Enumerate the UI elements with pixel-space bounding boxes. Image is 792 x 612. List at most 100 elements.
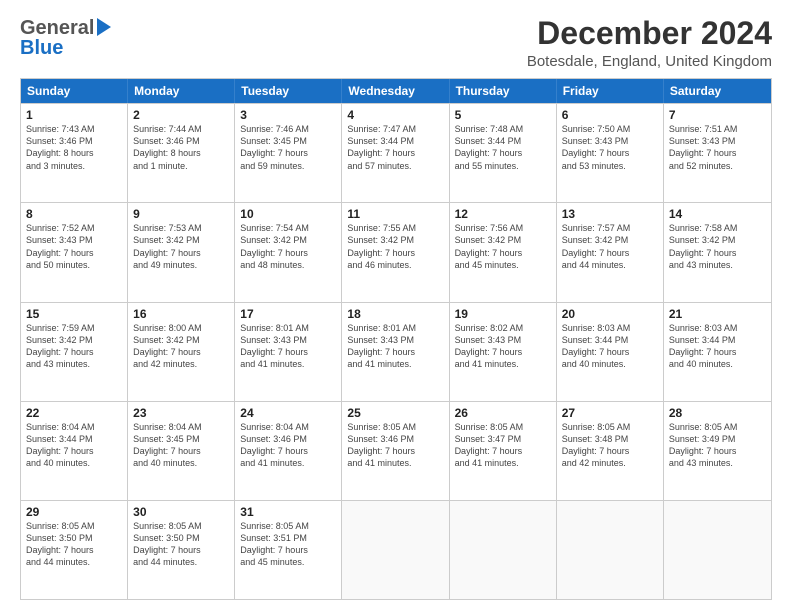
day-info: Sunrise: 8:03 AM Sunset: 3:44 PM Dayligh… — [562, 322, 658, 371]
day-info: Sunrise: 7:57 AM Sunset: 3:42 PM Dayligh… — [562, 222, 658, 271]
calendar-cell: 31Sunrise: 8:05 AM Sunset: 3:51 PM Dayli… — [235, 501, 342, 599]
calendar-cell: 26Sunrise: 8:05 AM Sunset: 3:47 PM Dayli… — [450, 402, 557, 500]
calendar-cell: 30Sunrise: 8:05 AM Sunset: 3:50 PM Dayli… — [128, 501, 235, 599]
day-number: 4 — [347, 108, 443, 122]
day-info: Sunrise: 8:05 AM Sunset: 3:51 PM Dayligh… — [240, 520, 336, 569]
day-number: 25 — [347, 406, 443, 420]
day-number: 13 — [562, 207, 658, 221]
day-number: 7 — [669, 108, 766, 122]
day-info: Sunrise: 8:05 AM Sunset: 3:48 PM Dayligh… — [562, 421, 658, 470]
header-day-thursday: Thursday — [450, 79, 557, 103]
day-number: 14 — [669, 207, 766, 221]
header-day-monday: Monday — [128, 79, 235, 103]
month-title: December 2024 — [527, 16, 772, 51]
location-title: Botesdale, England, United Kingdom — [527, 53, 772, 70]
day-number: 18 — [347, 307, 443, 321]
calendar-cell: 18Sunrise: 8:01 AM Sunset: 3:43 PM Dayli… — [342, 303, 449, 401]
day-info: Sunrise: 7:46 AM Sunset: 3:45 PM Dayligh… — [240, 123, 336, 172]
calendar-cell: 11Sunrise: 7:55 AM Sunset: 3:42 PM Dayli… — [342, 203, 449, 301]
calendar-cell: 6Sunrise: 7:50 AM Sunset: 3:43 PM Daylig… — [557, 104, 664, 202]
day-number: 22 — [26, 406, 122, 420]
calendar-cell: 13Sunrise: 7:57 AM Sunset: 3:42 PM Dayli… — [557, 203, 664, 301]
day-info: Sunrise: 7:43 AM Sunset: 3:46 PM Dayligh… — [26, 123, 122, 172]
calendar-cell: 3Sunrise: 7:46 AM Sunset: 3:45 PM Daylig… — [235, 104, 342, 202]
calendar-cell: 5Sunrise: 7:48 AM Sunset: 3:44 PM Daylig… — [450, 104, 557, 202]
calendar-cell: 22Sunrise: 8:04 AM Sunset: 3:44 PM Dayli… — [21, 402, 128, 500]
calendar-row: 8Sunrise: 7:52 AM Sunset: 3:43 PM Daylig… — [21, 202, 771, 301]
calendar-cell: 20Sunrise: 8:03 AM Sunset: 3:44 PM Dayli… — [557, 303, 664, 401]
day-number: 11 — [347, 207, 443, 221]
day-info: Sunrise: 8:03 AM Sunset: 3:44 PM Dayligh… — [669, 322, 766, 371]
day-info: Sunrise: 7:53 AM Sunset: 3:42 PM Dayligh… — [133, 222, 229, 271]
calendar-cell: 4Sunrise: 7:47 AM Sunset: 3:44 PM Daylig… — [342, 104, 449, 202]
calendar-row: 29Sunrise: 8:05 AM Sunset: 3:50 PM Dayli… — [21, 500, 771, 599]
header-day-saturday: Saturday — [664, 79, 771, 103]
day-info: Sunrise: 8:01 AM Sunset: 3:43 PM Dayligh… — [347, 322, 443, 371]
calendar-cell: 14Sunrise: 7:58 AM Sunset: 3:42 PM Dayli… — [664, 203, 771, 301]
day-number: 24 — [240, 406, 336, 420]
header-day-sunday: Sunday — [21, 79, 128, 103]
day-number: 8 — [26, 207, 122, 221]
day-number: 17 — [240, 307, 336, 321]
day-number: 28 — [669, 406, 766, 420]
day-number: 20 — [562, 307, 658, 321]
day-number: 27 — [562, 406, 658, 420]
calendar-cell — [342, 501, 449, 599]
day-number: 3 — [240, 108, 336, 122]
calendar-cell: 24Sunrise: 8:04 AM Sunset: 3:46 PM Dayli… — [235, 402, 342, 500]
calendar-cell: 10Sunrise: 7:54 AM Sunset: 3:42 PM Dayli… — [235, 203, 342, 301]
logo-blue: Blue — [20, 37, 63, 60]
day-number: 9 — [133, 207, 229, 221]
day-number: 1 — [26, 108, 122, 122]
calendar-cell: 12Sunrise: 7:56 AM Sunset: 3:42 PM Dayli… — [450, 203, 557, 301]
day-info: Sunrise: 8:00 AM Sunset: 3:42 PM Dayligh… — [133, 322, 229, 371]
calendar-cell: 17Sunrise: 8:01 AM Sunset: 3:43 PM Dayli… — [235, 303, 342, 401]
day-info: Sunrise: 7:48 AM Sunset: 3:44 PM Dayligh… — [455, 123, 551, 172]
day-number: 29 — [26, 505, 122, 519]
calendar-cell: 1Sunrise: 7:43 AM Sunset: 3:46 PM Daylig… — [21, 104, 128, 202]
header-day-friday: Friday — [557, 79, 664, 103]
day-number: 30 — [133, 505, 229, 519]
day-info: Sunrise: 8:05 AM Sunset: 3:50 PM Dayligh… — [26, 520, 122, 569]
day-info: Sunrise: 7:56 AM Sunset: 3:42 PM Dayligh… — [455, 222, 551, 271]
calendar-cell: 21Sunrise: 8:03 AM Sunset: 3:44 PM Dayli… — [664, 303, 771, 401]
day-info: Sunrise: 8:05 AM Sunset: 3:50 PM Dayligh… — [133, 520, 229, 569]
header-day-tuesday: Tuesday — [235, 79, 342, 103]
calendar-cell — [664, 501, 771, 599]
calendar-cell: 2Sunrise: 7:44 AM Sunset: 3:46 PM Daylig… — [128, 104, 235, 202]
day-number: 31 — [240, 505, 336, 519]
calendar-cell: 7Sunrise: 7:51 AM Sunset: 3:43 PM Daylig… — [664, 104, 771, 202]
calendar-cell: 9Sunrise: 7:53 AM Sunset: 3:42 PM Daylig… — [128, 203, 235, 301]
day-info: Sunrise: 7:58 AM Sunset: 3:42 PM Dayligh… — [669, 222, 766, 271]
day-number: 21 — [669, 307, 766, 321]
day-info: Sunrise: 7:52 AM Sunset: 3:43 PM Dayligh… — [26, 222, 122, 271]
day-info: Sunrise: 7:54 AM Sunset: 3:42 PM Dayligh… — [240, 222, 336, 271]
day-number: 5 — [455, 108, 551, 122]
day-info: Sunrise: 7:47 AM Sunset: 3:44 PM Dayligh… — [347, 123, 443, 172]
day-number: 26 — [455, 406, 551, 420]
logo: General Blue — [20, 16, 111, 60]
calendar-cell: 19Sunrise: 8:02 AM Sunset: 3:43 PM Dayli… — [450, 303, 557, 401]
day-info: Sunrise: 8:05 AM Sunset: 3:47 PM Dayligh… — [455, 421, 551, 470]
calendar-header: SundayMondayTuesdayWednesdayThursdayFrid… — [21, 79, 771, 103]
calendar-cell: 23Sunrise: 8:04 AM Sunset: 3:45 PM Dayli… — [128, 402, 235, 500]
day-info: Sunrise: 8:05 AM Sunset: 3:46 PM Dayligh… — [347, 421, 443, 470]
calendar: SundayMondayTuesdayWednesdayThursdayFrid… — [20, 78, 772, 600]
day-info: Sunrise: 8:05 AM Sunset: 3:49 PM Dayligh… — [669, 421, 766, 470]
day-number: 16 — [133, 307, 229, 321]
calendar-row: 15Sunrise: 7:59 AM Sunset: 3:42 PM Dayli… — [21, 302, 771, 401]
day-info: Sunrise: 8:01 AM Sunset: 3:43 PM Dayligh… — [240, 322, 336, 371]
day-info: Sunrise: 7:50 AM Sunset: 3:43 PM Dayligh… — [562, 123, 658, 172]
day-info: Sunrise: 7:55 AM Sunset: 3:42 PM Dayligh… — [347, 222, 443, 271]
calendar-page: General Blue December 2024 Botesdale, En… — [0, 0, 792, 612]
calendar-cell: 29Sunrise: 8:05 AM Sunset: 3:50 PM Dayli… — [21, 501, 128, 599]
calendar-cell: 15Sunrise: 7:59 AM Sunset: 3:42 PM Dayli… — [21, 303, 128, 401]
logo-triangle — [97, 18, 111, 41]
day-number: 12 — [455, 207, 551, 221]
calendar-cell — [557, 501, 664, 599]
title-block: December 2024 Botesdale, England, United… — [527, 16, 772, 70]
day-info: Sunrise: 8:02 AM Sunset: 3:43 PM Dayligh… — [455, 322, 551, 371]
day-info: Sunrise: 8:04 AM Sunset: 3:44 PM Dayligh… — [26, 421, 122, 470]
calendar-cell: 28Sunrise: 8:05 AM Sunset: 3:49 PM Dayli… — [664, 402, 771, 500]
day-info: Sunrise: 8:04 AM Sunset: 3:45 PM Dayligh… — [133, 421, 229, 470]
